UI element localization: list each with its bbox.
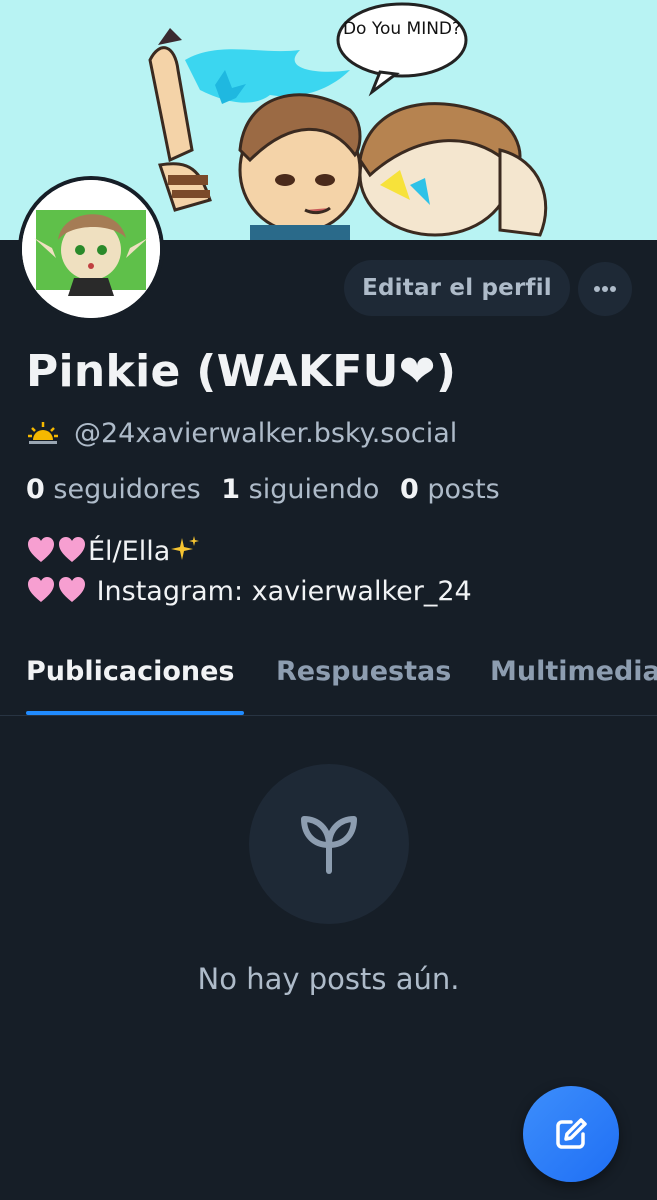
posts-stat: 0 posts xyxy=(400,474,500,505)
pink-heart-icon xyxy=(28,537,54,562)
edit-profile-button[interactable]: Editar el perfil xyxy=(344,260,570,316)
more-options-button[interactable] xyxy=(578,262,632,316)
avatar[interactable] xyxy=(18,176,164,322)
tab-respuestas[interactable]: Respuestas xyxy=(276,656,451,687)
avatar-image xyxy=(22,180,160,318)
empty-state-message: No hay posts aún. xyxy=(197,962,460,996)
followers-stat[interactable]: 0 seguidores xyxy=(26,474,201,505)
pink-hearts-emoji xyxy=(26,535,88,565)
followers-label: seguidores xyxy=(53,474,201,505)
handle-text[interactable]: @24xavierwalker.bsky.social xyxy=(74,418,457,449)
bio-line-1-text: Él/Ella xyxy=(88,536,171,567)
followers-count: 0 xyxy=(26,474,45,505)
sunrise-icon xyxy=(28,422,58,444)
profile-stats: 0 seguidores 1 siguiendo 0 posts xyxy=(26,474,500,505)
handle-row: @24xavierwalker.bsky.social xyxy=(26,416,457,450)
following-count: 1 xyxy=(221,474,241,505)
bio-line-1: Él/Ella xyxy=(26,532,472,572)
display-name: Pinkie (WAKFU❤) xyxy=(26,346,457,397)
banner-speech-text: Do You MIND? xyxy=(343,19,461,39)
posts-label: posts xyxy=(427,474,500,505)
following-stat[interactable]: 1 siguiendo xyxy=(221,474,379,505)
ellipsis-icon xyxy=(594,286,616,292)
pink-hearts-emoji xyxy=(26,575,88,605)
active-tab-indicator xyxy=(26,711,244,715)
tab-multimedia[interactable]: Multimedia xyxy=(490,656,657,687)
empty-state-icon-circle xyxy=(249,764,409,924)
seedling-icon xyxy=(301,816,357,874)
bio-line-2-text: Instagram: xavierwalker_24 xyxy=(88,576,472,607)
posts-count: 0 xyxy=(399,474,419,505)
following-label: siguiendo xyxy=(248,474,380,505)
pink-heart-icon xyxy=(28,577,54,602)
compose-post-button[interactable] xyxy=(523,1086,619,1182)
pink-heart-icon xyxy=(59,577,85,602)
pink-heart-icon xyxy=(59,537,85,562)
tab-publicaciones[interactable]: Publicaciones xyxy=(26,656,235,687)
compose-icon xyxy=(556,1118,587,1149)
edit-profile-label: Editar el perfil xyxy=(362,275,552,301)
profile-bio: Él/Ella Instagram: xavierwalker_24 xyxy=(26,532,472,612)
sparkles-icon xyxy=(171,536,200,560)
profile-tabs: Publicaciones Respuestas Multimedia xyxy=(0,636,657,716)
bio-line-2: Instagram: xavierwalker_24 xyxy=(26,572,472,612)
